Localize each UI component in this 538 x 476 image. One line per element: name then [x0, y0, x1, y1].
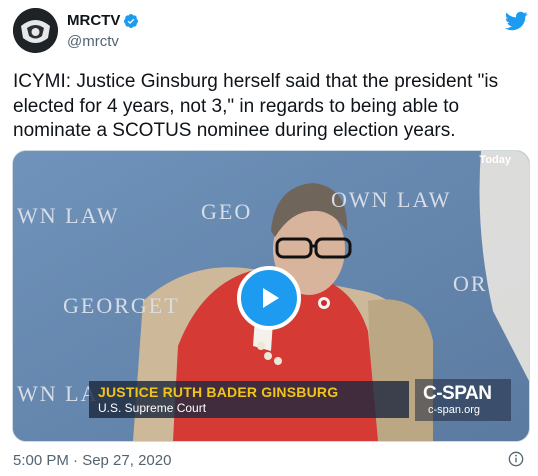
info-icon[interactable]	[508, 451, 524, 467]
handle[interactable]: @mrctv	[67, 33, 119, 50]
network-logo: C-SPAN	[423, 383, 492, 404]
avatar[interactable]	[13, 8, 58, 53]
backdrop-text-bottom-left: WN LA	[17, 381, 98, 406]
author-name-row[interactable]: MRCTV	[67, 12, 139, 29]
backdrop-text-mid-left: GEORGET	[63, 293, 180, 318]
display-name[interactable]: MRCTV	[67, 12, 120, 29]
backdrop-text-mid-right: OR	[453, 271, 488, 296]
tweet-timestamp[interactable]: 5:00 PM · Sep 27, 2020	[13, 452, 171, 469]
twitter-bird-icon[interactable]	[504, 9, 528, 33]
live-badge: Today	[479, 154, 511, 166]
caption-bar: JUSTICE RUTH BADER GINSBURG U.S. Supreme…	[89, 381, 409, 417]
backdrop-text-left: WN LAW	[17, 203, 119, 228]
video-player[interactable]: WN LAW GEO OWN LAW GEORGET OR WN LA Toda…	[12, 150, 530, 442]
backdrop-text-right: OWN LAW	[331, 187, 451, 212]
backdrop-text-center: GEO	[201, 199, 252, 224]
play-icon	[263, 288, 279, 308]
network-url: c-span.org	[428, 404, 480, 416]
mrctv-logo-icon	[13, 8, 58, 53]
verified-badge-icon	[124, 13, 139, 28]
play-button[interactable]	[237, 266, 301, 330]
caption-title: U.S. Supreme Court	[98, 401, 207, 415]
caption-name: JUSTICE RUTH BADER GINSBURG	[98, 384, 339, 400]
tweet-text: ICYMI: Justice Ginsburg herself said tha…	[13, 71, 499, 141]
